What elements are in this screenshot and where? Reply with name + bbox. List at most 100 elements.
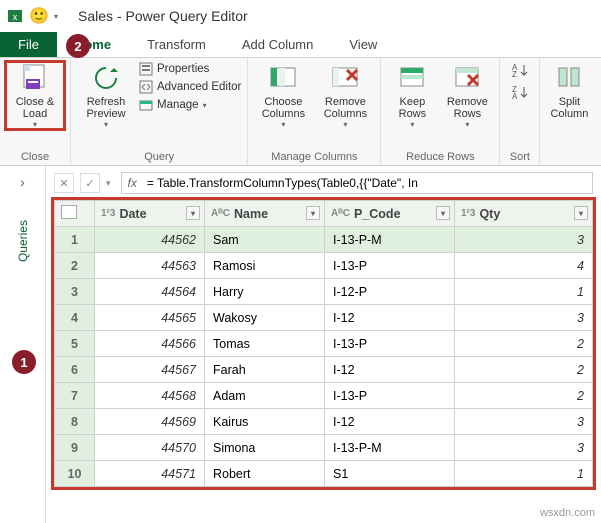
cell-qty[interactable]: 4 — [455, 253, 593, 279]
accept-formula-icon[interactable]: ✓ — [80, 173, 100, 193]
cell-qty[interactable]: 1 — [455, 279, 593, 305]
tab-view[interactable]: View — [331, 32, 395, 57]
sort-asc-icon: AZ — [510, 62, 530, 78]
cell-name[interactable]: Tomas — [205, 331, 325, 357]
cell-pcode[interactable]: I-13-P — [325, 253, 455, 279]
filter-dropdown-icon[interactable]: ▾ — [306, 206, 320, 220]
cell-name[interactable]: Farah — [205, 357, 325, 383]
manage-button[interactable]: Manage ▾ — [139, 98, 241, 112]
cell-date[interactable]: 44563 — [95, 253, 205, 279]
smiley-icon[interactable]: 🙂 — [30, 7, 48, 25]
table-row[interactable]: 244563RamosiI-13-P4 — [55, 253, 593, 279]
cell-date[interactable]: 44569 — [95, 409, 205, 435]
table-row[interactable]: 644567FarahI-122 — [55, 357, 593, 383]
callout-2: 2 — [66, 34, 90, 58]
titlebar: x 🙂 ▾ Sales - Power Query Editor — [0, 0, 601, 32]
choose-columns-button[interactable]: Choose Columns ▾ — [254, 62, 312, 129]
table-row[interactable]: 844569KairusI-123 — [55, 409, 593, 435]
table-row[interactable]: 444565WakosyI-123 — [55, 305, 593, 331]
row-number[interactable]: 4 — [55, 305, 95, 331]
row-number[interactable]: 2 — [55, 253, 95, 279]
cell-pcode[interactable]: I-12 — [325, 357, 455, 383]
cell-pcode[interactable]: I-13-P — [325, 383, 455, 409]
cell-date[interactable]: 44570 — [95, 435, 205, 461]
row-number[interactable]: 9 — [55, 435, 95, 461]
tab-file[interactable]: File — [0, 32, 57, 57]
cell-name[interactable]: Kairus — [205, 409, 325, 435]
cell-pcode[interactable]: I-13-P-M — [325, 227, 455, 253]
number-type-icon: 1²3 — [101, 208, 115, 219]
col-header-pcode[interactable]: AᴮCP_Code ▾ — [325, 201, 455, 227]
filter-dropdown-icon[interactable]: ▾ — [186, 206, 200, 220]
cell-date[interactable]: 44568 — [95, 383, 205, 409]
expand-pane-icon[interactable]: › — [20, 174, 25, 190]
cell-pcode[interactable]: I-12-P — [325, 279, 455, 305]
cell-qty[interactable]: 2 — [455, 331, 593, 357]
cell-name[interactable]: Sam — [205, 227, 325, 253]
refresh-preview-button[interactable]: Refresh Preview ▾ — [77, 62, 135, 129]
row-number[interactable]: 6 — [55, 357, 95, 383]
tab-add-column[interactable]: Add Column — [224, 32, 332, 57]
row-number[interactable]: 1 — [55, 227, 95, 253]
group-reduce-rows-label: Reduce Rows — [381, 149, 499, 165]
formula-input[interactable]: fx = Table.TransformColumnTypes(Table0,{… — [121, 172, 593, 194]
row-number[interactable]: 7 — [55, 383, 95, 409]
remove-columns-button[interactable]: Remove Columns ▾ — [316, 62, 374, 129]
cell-date[interactable]: 44564 — [95, 279, 205, 305]
cancel-formula-icon[interactable]: ✕ — [54, 173, 74, 193]
cell-pcode[interactable]: I-12 — [325, 305, 455, 331]
cell-qty[interactable]: 3 — [455, 409, 593, 435]
row-number[interactable]: 3 — [55, 279, 95, 305]
split-column-button[interactable]: Split Column — [546, 62, 592, 120]
table-row[interactable]: 1044571RobertS11 — [55, 461, 593, 487]
cell-qty[interactable]: 1 — [455, 461, 593, 487]
row-number[interactable]: 8 — [55, 409, 95, 435]
row-number[interactable]: 5 — [55, 331, 95, 357]
cell-name[interactable]: Wakosy — [205, 305, 325, 331]
group-query: Refresh Preview ▾ Properties Advanced Ed… — [71, 58, 248, 165]
remove-rows-button[interactable]: Remove Rows ▾ — [441, 62, 493, 129]
properties-button[interactable]: Properties — [139, 62, 241, 76]
sort-asc-button[interactable]: AZ — [510, 62, 530, 78]
cell-name[interactable]: Harry — [205, 279, 325, 305]
cell-date[interactable]: 44567 — [95, 357, 205, 383]
choose-columns-icon — [267, 62, 299, 94]
cell-pcode[interactable]: S1 — [325, 461, 455, 487]
close-and-load-button[interactable]: Close & Load ▾ — [6, 62, 64, 129]
cell-qty[interactable]: 2 — [455, 357, 593, 383]
tab-transform[interactable]: Transform — [129, 32, 224, 57]
cell-date[interactable]: 44562 — [95, 227, 205, 253]
cell-qty[interactable]: 3 — [455, 435, 593, 461]
col-header-name[interactable]: AᴮCName ▾ — [205, 201, 325, 227]
filter-dropdown-icon[interactable]: ▾ — [436, 206, 450, 220]
col-header-qty[interactable]: 1²3Qty ▾ — [455, 201, 593, 227]
cell-date[interactable]: 44565 — [95, 305, 205, 331]
table-row[interactable]: 344564HarryI-12-P1 — [55, 279, 593, 305]
cell-pcode[interactable]: I-13-P — [325, 331, 455, 357]
table-row[interactable]: 544566TomasI-13-P2 — [55, 331, 593, 357]
keep-rows-button[interactable]: Keep Rows ▾ — [387, 62, 437, 129]
row-number[interactable]: 10 — [55, 461, 95, 487]
queries-label[interactable]: Queries — [16, 220, 30, 262]
cell-qty[interactable]: 3 — [455, 305, 593, 331]
filter-dropdown-icon[interactable]: ▾ — [574, 206, 588, 220]
cell-name[interactable]: Adam — [205, 383, 325, 409]
sort-desc-button[interactable]: ZA — [510, 84, 530, 100]
cell-name[interactable]: Ramosi — [205, 253, 325, 279]
cell-pcode[interactable]: I-13-P-M — [325, 435, 455, 461]
advanced-editor-button[interactable]: Advanced Editor — [139, 80, 241, 94]
cell-qty[interactable]: 2 — [455, 383, 593, 409]
table-corner[interactable] — [55, 201, 95, 227]
cell-pcode[interactable]: I-12 — [325, 409, 455, 435]
qat-dropdown-icon[interactable]: ▾ — [54, 12, 58, 21]
cell-date[interactable]: 44566 — [95, 331, 205, 357]
cell-qty[interactable]: 3 — [455, 227, 593, 253]
table-row[interactable]: 144562SamI-13-P-M3 — [55, 227, 593, 253]
table-row[interactable]: 944570SimonaI-13-P-M3 — [55, 435, 593, 461]
table-row[interactable]: 744568AdamI-13-P2 — [55, 383, 593, 409]
formula-dropdown-icon[interactable]: ▾ — [106, 178, 111, 189]
cell-name[interactable]: Simona — [205, 435, 325, 461]
cell-date[interactable]: 44571 — [95, 461, 205, 487]
cell-name[interactable]: Robert — [205, 461, 325, 487]
col-header-date[interactable]: 1²3Date ▾ — [95, 201, 205, 227]
